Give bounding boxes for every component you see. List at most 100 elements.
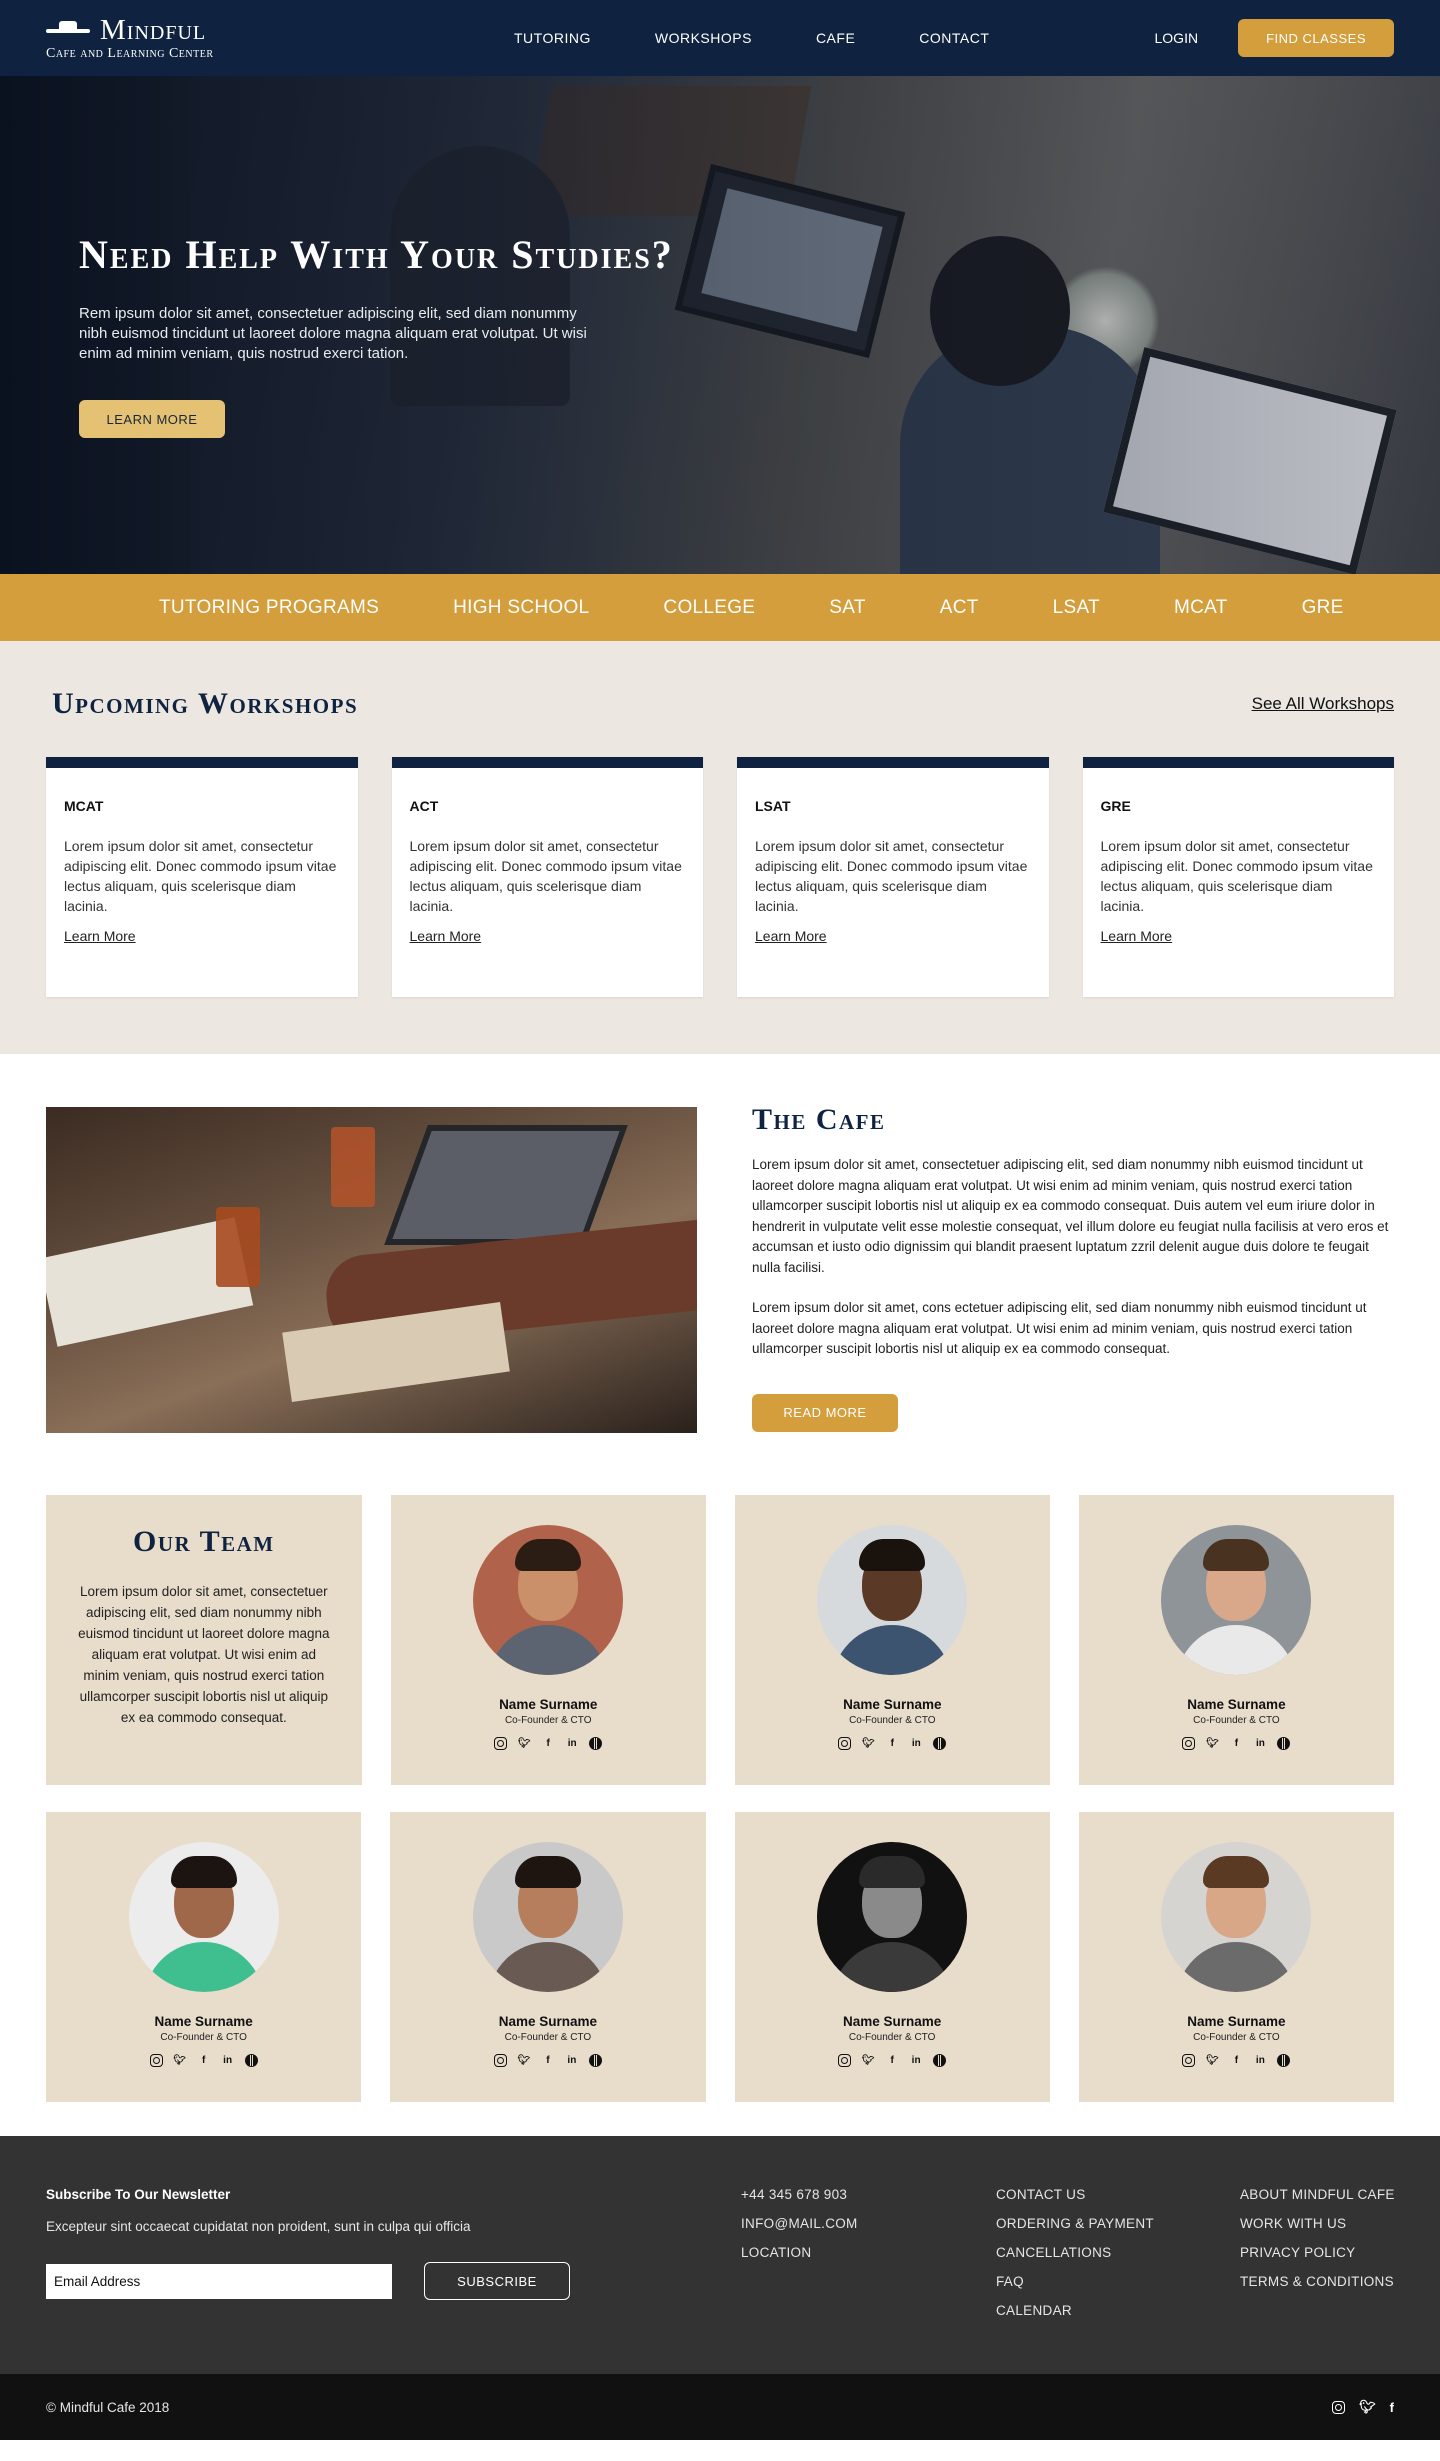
footer-link[interactable]: CALENDAR <box>996 2302 1154 2319</box>
find-classes-button[interactable]: FIND CLASSES <box>1238 19 1394 57</box>
linkedin-icon[interactable]: in <box>1253 1736 1267 1750</box>
globe-icon[interactable] <box>589 1736 603 1750</box>
see-all-workshops-link[interactable]: See All Workshops <box>1252 694 1394 714</box>
instagram-icon[interactable] <box>1182 2053 1196 2067</box>
facebook-icon[interactable]: f <box>885 2053 899 2067</box>
workshop-card: MCAT Lorem ipsum dolor sit amet, consect… <box>46 757 358 997</box>
footer-link[interactable]: ABOUT MINDFUL CAFE <box>1240 2186 1395 2203</box>
footer-link[interactable]: CANCELLATIONS <box>996 2244 1154 2261</box>
footer-phone[interactable]: +44 345 678 903 <box>741 2186 858 2203</box>
linkedin-icon[interactable]: in <box>565 2053 579 2067</box>
newsletter: Subscribe To Our Newsletter Excepteur si… <box>46 2187 1394 2300</box>
program-tutoring-programs[interactable]: TUTORING PROGRAMS <box>159 597 379 619</box>
workshop-learn-more-link[interactable]: Learn More <box>410 928 482 944</box>
team-member-card: Name Surname Co-Founder & CTO 🐦︎ f in <box>46 1812 362 2102</box>
program-gre[interactable]: GRE <box>1302 597 1344 619</box>
program-act[interactable]: ACT <box>940 597 979 619</box>
instagram-icon[interactable] <box>149 2053 163 2067</box>
subscribe-button[interactable]: SUBSCRIBE <box>424 2262 570 2300</box>
cafe-paragraph: Lorem ipsum dolor sit amet, consectetuer… <box>752 1157 1389 1275</box>
instagram-icon[interactable] <box>838 1736 852 1750</box>
nav-link-cafe[interactable]: CAFE <box>816 30 855 46</box>
facebook-icon[interactable]: f <box>541 1736 555 1750</box>
logo[interactable]: Mindful Cafe and Learning Center <box>46 15 214 61</box>
globe-icon[interactable] <box>933 2053 947 2067</box>
twitter-icon[interactable]: 🐦︎ <box>861 1736 875 1750</box>
instagram-icon[interactable] <box>1182 1736 1196 1750</box>
facebook-icon[interactable]: f <box>541 2053 555 2067</box>
footer-link[interactable]: CONTACT US <box>996 2186 1154 2203</box>
avatar <box>473 1525 624 1675</box>
cafe-paragraph: Lorem ipsum dolor sit amet, cons ectetue… <box>752 1300 1367 1356</box>
footer-email[interactable]: INFO@MAIL.COM <box>741 2215 858 2232</box>
workshop-learn-more-link[interactable]: Learn More <box>64 928 136 944</box>
linkedin-icon[interactable]: in <box>909 1736 923 1750</box>
top-nav: Mindful Cafe and Learning Center TUTORIN… <box>0 0 1440 76</box>
linkedin-icon[interactable]: in <box>909 2053 923 2067</box>
workshop-card-text: Lorem ipsum dolor sit amet, consectetur … <box>755 838 1028 914</box>
facebook-icon[interactable]: f <box>1229 2053 1243 2067</box>
member-social-links: 🐦︎ f in <box>1182 2053 1291 2067</box>
learn-more-button[interactable]: LEARN MORE <box>79 400 225 438</box>
member-social-links: 🐦︎ f in <box>494 1736 603 1750</box>
read-more-button[interactable]: READ MORE <box>752 1393 898 1432</box>
workshop-learn-more-link[interactable]: Learn More <box>755 928 827 944</box>
team-member-card: Name Surname Co-Founder & CTO 🐦︎ f in <box>1078 1812 1394 2102</box>
footer-link[interactable]: ORDERING & PAYMENT <box>996 2215 1154 2232</box>
footer-location[interactable]: LOCATION <box>741 2244 858 2261</box>
team-member-card: Name Surname Co-Founder & CTO 🐦︎ f in <box>390 1495 706 1785</box>
program-mcat[interactable]: MCAT <box>1174 597 1228 619</box>
member-name: Name Surname <box>498 2014 598 2029</box>
program-lsat[interactable]: LSAT <box>1053 597 1100 619</box>
member-name: Name Surname <box>1187 1697 1286 1712</box>
facebook-icon[interactable]: f <box>1229 1736 1243 1750</box>
twitter-icon[interactable]: 🐦︎ <box>861 2053 875 2067</box>
team-member-card: Name Surname Co-Founder & CTO 🐦︎ f in <box>1078 1495 1394 1785</box>
instagram-icon[interactable] <box>1332 2400 1346 2414</box>
instagram-icon[interactable] <box>493 2053 507 2067</box>
login-link[interactable]: LOGIN <box>1155 30 1199 46</box>
hero-title: Need Help With Your Studies? <box>79 232 674 277</box>
team-intro-card: Our Team Lorem ipsum dolor sit amet, con… <box>46 1495 362 1785</box>
program-sat[interactable]: SAT <box>829 597 865 619</box>
instagram-icon[interactable] <box>494 1736 508 1750</box>
nav-link-workshops[interactable]: WORKSHOPS <box>655 30 752 46</box>
member-role: Co-Founder & CTO <box>504 1715 592 1726</box>
linkedin-icon[interactable]: in <box>1253 2053 1267 2067</box>
facebook-icon[interactable]: f <box>1390 2400 1394 2415</box>
instagram-icon[interactable] <box>838 2053 852 2067</box>
nav-link-contact[interactable]: CONTACT <box>919 30 989 46</box>
twitter-icon[interactable]: 🐦︎ <box>1359 2399 1376 2415</box>
graduation-cap-icon <box>46 19 90 41</box>
twitter-icon[interactable]: 🐦︎ <box>1205 1736 1219 1750</box>
newsletter-title: Subscribe To Our Newsletter <box>46 2187 231 2202</box>
twitter-icon[interactable]: 🐦︎ <box>173 2053 187 2067</box>
email-input[interactable] <box>46 2263 392 2299</box>
linkedin-icon[interactable]: in <box>565 1736 579 1750</box>
footer-link[interactable]: FAQ <box>996 2273 1154 2290</box>
linkedin-icon[interactable]: in <box>221 2053 235 2067</box>
programs-bar: TUTORING PROGRAMS HIGH SCHOOL COLLEGE SA… <box>0 574 1440 641</box>
workshops-section: Upcoming Workshops See All Workshops MCA… <box>0 641 1440 1054</box>
globe-icon[interactable] <box>933 1736 947 1750</box>
globe-icon[interactable] <box>1277 1736 1291 1750</box>
globe-icon[interactable] <box>1277 2053 1291 2067</box>
nav-link-tutoring[interactable]: TUTORING <box>514 30 591 46</box>
footer-link[interactable]: WORK WITH US <box>1240 2215 1395 2232</box>
program-high-school[interactable]: HIGH SCHOOL <box>453 597 589 619</box>
globe-icon[interactable] <box>588 2053 602 2067</box>
twitter-icon[interactable]: 🐦︎ <box>517 2053 531 2067</box>
footer-link[interactable]: TERMS & CONDITIONS <box>1240 2273 1395 2290</box>
footer-link[interactable]: PRIVACY POLICY <box>1240 2244 1395 2261</box>
team-member-card: Name Surname Co-Founder & CTO 🐦︎ f in <box>734 1495 1050 1785</box>
twitter-icon[interactable]: 🐦︎ <box>1205 2053 1219 2067</box>
facebook-icon[interactable]: f <box>197 2053 211 2067</box>
program-college[interactable]: COLLEGE <box>663 597 755 619</box>
workshop-learn-more-link[interactable]: Learn More <box>1101 928 1173 944</box>
hero-section: Need Help With Your Studies? Rem ipsum d… <box>0 76 1440 574</box>
hero-text: Rem ipsum dolor sit amet, consectetuer a… <box>79 305 587 362</box>
workshop-card-text: Lorem ipsum dolor sit amet, consectetur … <box>64 838 337 914</box>
globe-icon[interactable] <box>244 2053 258 2067</box>
facebook-icon[interactable]: f <box>885 1736 899 1750</box>
twitter-icon[interactable]: 🐦︎ <box>517 1736 531 1750</box>
